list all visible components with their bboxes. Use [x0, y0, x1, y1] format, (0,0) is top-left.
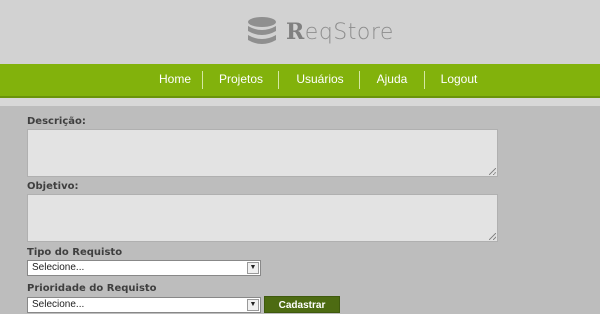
database-icon	[248, 17, 276, 44]
nav-divider	[424, 71, 425, 89]
triangle-down-icon[interactable]: ▼	[247, 262, 259, 274]
descricao-textarea[interactable]	[27, 129, 498, 177]
nav-home[interactable]: Home	[150, 64, 200, 96]
cadastrar-button[interactable]: Cadastrar	[264, 296, 340, 313]
nav-divider	[359, 71, 360, 89]
nav-divider	[202, 71, 203, 89]
prioridade-select-value: Selecione...	[32, 299, 85, 310]
nav-divider	[278, 71, 279, 89]
tipo-select[interactable]: Selecione... ▼	[27, 260, 261, 276]
resize-grip-icon[interactable]	[489, 233, 496, 240]
tipo-select-value: Selecione...	[32, 262, 85, 273]
prioridade-label: Prioridade do Requisto	[27, 283, 157, 294]
main-nav: Home Projetos Usuários Ajuda Logout	[0, 64, 600, 98]
triangle-down-icon[interactable]: ▼	[247, 299, 259, 311]
header-divider	[0, 98, 600, 106]
descricao-label: Descrição:	[27, 116, 86, 127]
nav-logout[interactable]: Logout	[434, 64, 484, 96]
app-title: ReqStore	[286, 19, 394, 45]
logo[interactable]: ReqStore	[244, 12, 394, 52]
nav-projetos[interactable]: Projetos	[212, 64, 270, 96]
objetivo-label: Objetivo:	[27, 181, 79, 192]
objetivo-textarea[interactable]	[27, 194, 498, 242]
resize-grip-icon[interactable]	[489, 168, 496, 175]
tipo-label: Tipo do Requisto	[27, 247, 123, 258]
header: ReqStore	[0, 0, 600, 64]
prioridade-select[interactable]: Selecione... ▼	[27, 297, 261, 313]
nav-ajuda[interactable]: Ajuda	[370, 64, 414, 96]
nav-usuarios[interactable]: Usuários	[290, 64, 350, 96]
